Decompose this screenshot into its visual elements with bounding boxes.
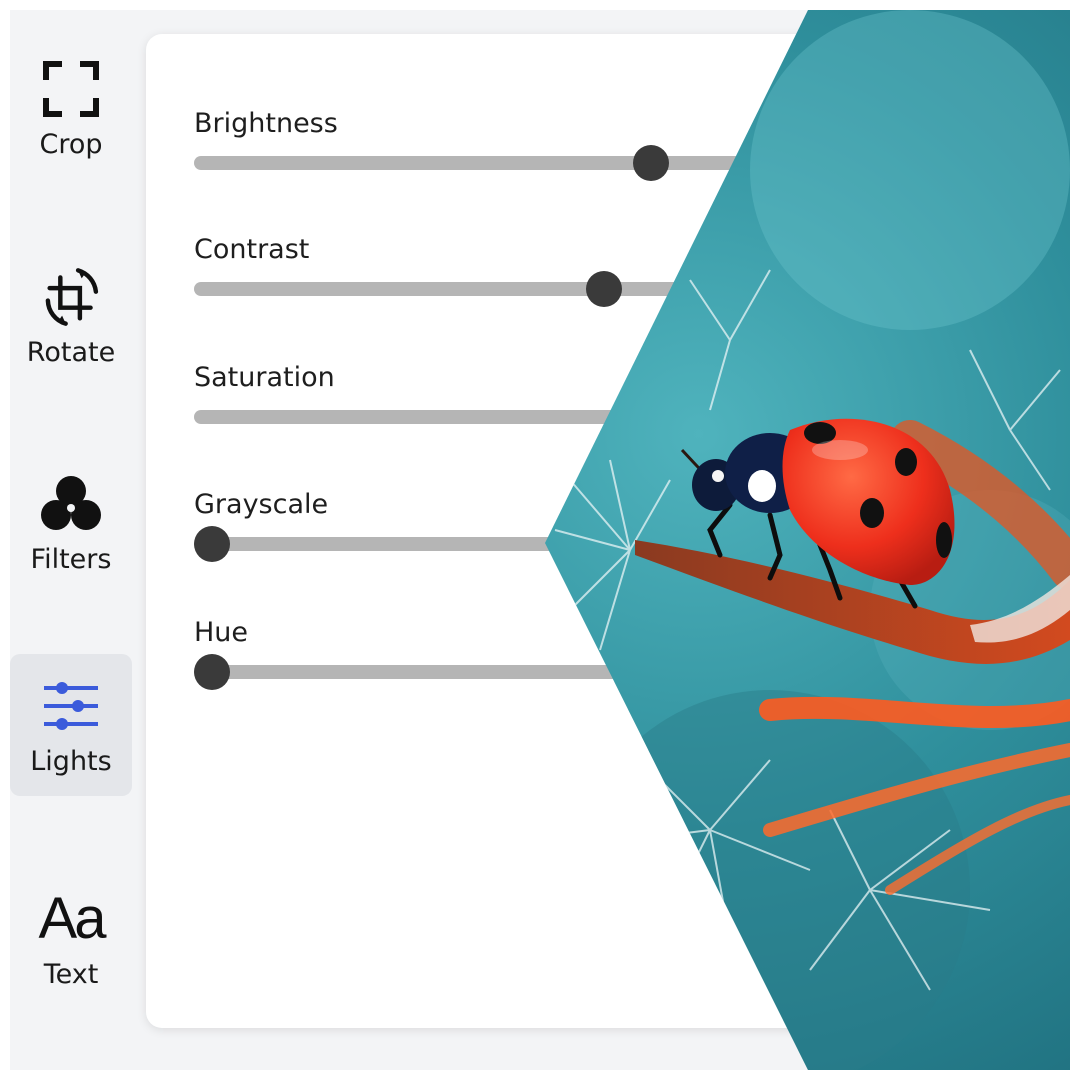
tool-text[interactable]: Aa Text xyxy=(10,868,132,1008)
crop-icon xyxy=(39,57,103,121)
tool-label: Rotate xyxy=(26,336,116,368)
tool-label: Lights xyxy=(30,745,112,777)
slider-thumb[interactable] xyxy=(194,654,230,690)
sliders-icon xyxy=(39,674,103,738)
tool-label: Crop xyxy=(39,128,103,160)
tool-rail: Crop Rotate Filters Lights Aa Text xyxy=(10,10,132,1070)
tool-filters[interactable]: Filters xyxy=(10,453,132,593)
tool-rotate[interactable]: Rotate xyxy=(10,246,132,386)
text-icon: Aa xyxy=(38,886,107,951)
tool-crop[interactable]: Crop xyxy=(10,38,132,178)
rotate-icon xyxy=(39,265,103,329)
tool-lights[interactable]: Lights xyxy=(10,654,132,796)
slider-thumb[interactable] xyxy=(586,271,622,307)
slider-thumb[interactable] xyxy=(633,145,670,181)
slider-thumb[interactable] xyxy=(194,526,230,562)
tool-label: Text xyxy=(43,958,99,990)
editor-frame: Crop Rotate Filters Lights Aa Text Brigh… xyxy=(10,10,1070,1070)
tool-label: Filters xyxy=(30,543,112,575)
filters-icon xyxy=(39,472,103,536)
